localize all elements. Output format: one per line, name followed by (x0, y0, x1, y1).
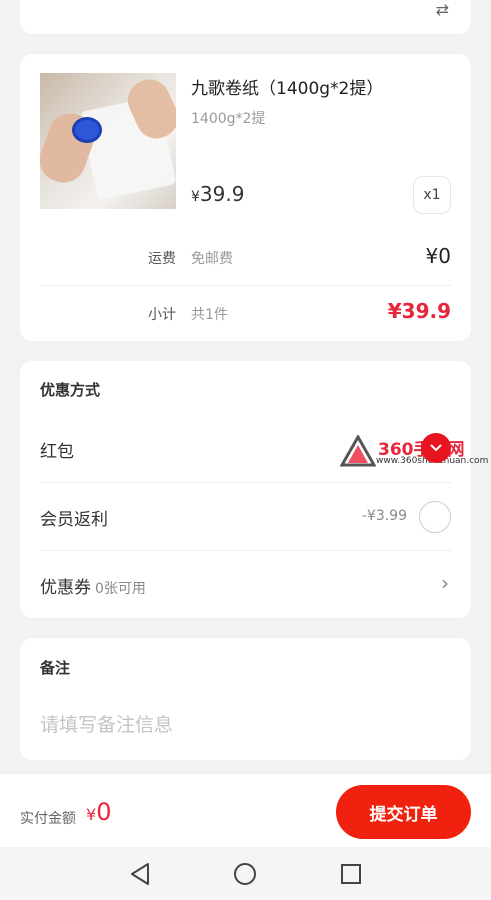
discount-title: 优惠方式 (40, 381, 101, 399)
member-rebate-row[interactable]: 会员返利 -¥3.99 (40, 483, 451, 551)
subtotal-count: 共1件 (191, 307, 228, 323)
remark-title: 备注 (40, 659, 71, 677)
pay-currency: ¥ (86, 805, 97, 824)
coupon-row[interactable]: 优惠券 0张可用 › (40, 551, 451, 619)
divider (40, 285, 451, 286)
coupon-label: 优惠券 0张可用 (40, 573, 146, 598)
quantity-badge[interactable]: x1 (413, 176, 451, 214)
chevron-down-icon (430, 444, 442, 452)
watermark: 360手游网 www.360shouzhuan.com (340, 431, 490, 471)
subtotal-label: 小计 (148, 307, 176, 323)
subtotal-amount: ¥39.9 (387, 299, 451, 323)
product-card: 九歌卷纸（1400g*2提） 1400g*2提 ¥39.9 x1 运费 免邮费 … (20, 54, 471, 341)
home-icon[interactable] (232, 861, 258, 887)
member-rebate-radio[interactable] (419, 501, 451, 533)
coupon-available: 0张可用 (95, 581, 146, 597)
price-value: 39.9 (199, 182, 245, 206)
checkout-bar: 实付金额 ¥0 提交订单 (0, 773, 491, 847)
product-spec: 1400g*2提 (191, 111, 266, 127)
remark-input[interactable] (40, 710, 451, 740)
product-price: ¥39.9 (191, 182, 244, 206)
address-card[interactable]: ⇄ (20, 0, 471, 34)
chevron-right-icon[interactable]: › (441, 571, 449, 595)
member-rebate-amount: -¥3.99 (361, 508, 407, 524)
product-title: 九歌卷纸（1400g*2提） (191, 79, 384, 99)
pay-label: 实付金额 (20, 811, 76, 827)
discount-card: 优惠方式 红包 会员返利 -¥3.99 优惠券0张可用 › 360手游网 www… (20, 361, 488, 619)
system-nav-bar (0, 847, 491, 900)
remark-card: 备注 (20, 638, 471, 760)
swap-arrows-icon[interactable]: ⇄ (436, 0, 449, 19)
red-packet-radio-checked[interactable] (421, 433, 451, 463)
shipping-amount: ¥0 (425, 244, 451, 268)
product-image[interactable] (40, 73, 176, 209)
watermark-logo-icon (340, 435, 376, 467)
price-currency: ¥ (191, 189, 200, 205)
pay-amount-value: 0 (96, 798, 112, 826)
recent-apps-icon[interactable] (338, 861, 364, 887)
pay-amount: ¥0 (86, 798, 111, 826)
submit-order-button[interactable]: 提交订单 (336, 785, 471, 839)
shipping-label: 运费 (148, 251, 176, 267)
red-packet-label: 红包 (40, 442, 74, 462)
back-icon[interactable] (128, 861, 154, 887)
coupon-label-text: 优惠券 (40, 578, 91, 598)
shipping-value: 免邮费 (191, 251, 233, 267)
member-rebate-label: 会员返利 (40, 510, 108, 530)
